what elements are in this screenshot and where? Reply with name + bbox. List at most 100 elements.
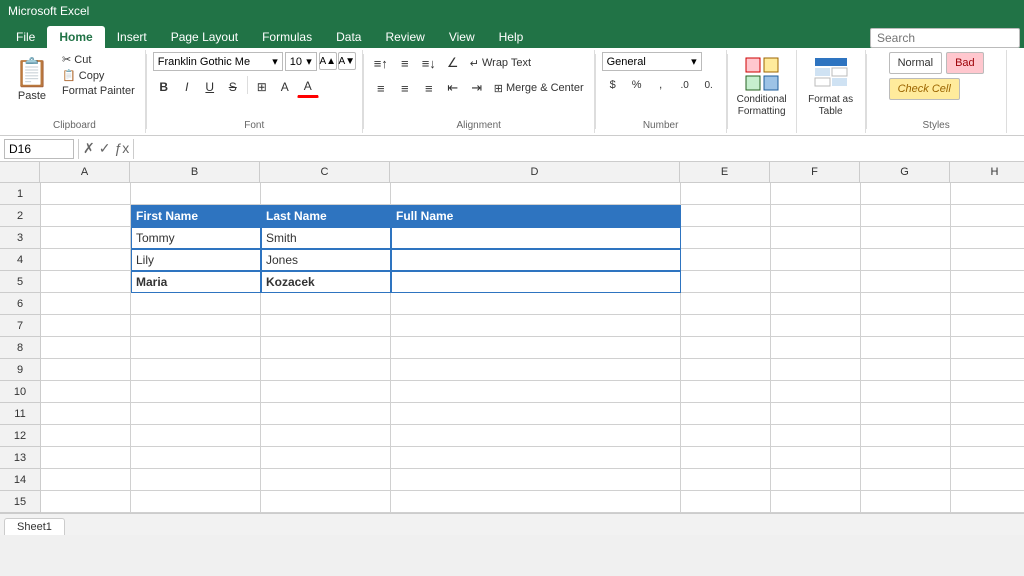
font-color-button[interactable]: A (297, 76, 319, 98)
cell-d13[interactable] (391, 447, 681, 469)
cell-g5[interactable] (861, 271, 951, 293)
style-normal-button[interactable]: Normal (889, 52, 942, 74)
cell-h12[interactable] (951, 425, 1024, 447)
tab-pagelayout[interactable]: Page Layout (159, 26, 250, 48)
cell-d8[interactable] (391, 337, 681, 359)
cell-c2[interactable]: Last Name (261, 205, 391, 227)
cut-button[interactable]: ✂ Cut (58, 52, 139, 67)
cell-e1[interactable] (681, 183, 771, 205)
cell-f15[interactable] (771, 491, 861, 513)
cell-d4[interactable] (391, 249, 681, 271)
cell-h6[interactable] (951, 293, 1024, 315)
underline-button[interactable]: U (199, 76, 221, 98)
cell-a11[interactable] (41, 403, 131, 425)
cell-c5[interactable]: Kozacek (261, 271, 391, 293)
cell-g2[interactable] (861, 205, 951, 227)
italic-button[interactable]: I (176, 76, 198, 98)
cell-f5[interactable] (771, 271, 861, 293)
cell-b5[interactable]: Maria (131, 271, 261, 293)
merge-center-button[interactable]: ⊞ Merge & Center (490, 77, 588, 99)
cell-a1[interactable] (41, 183, 131, 205)
cell-g1[interactable] (861, 183, 951, 205)
cell-c13[interactable] (261, 447, 391, 469)
cell-h11[interactable] (951, 403, 1024, 425)
cell-d15[interactable] (391, 491, 681, 513)
cell-g14[interactable] (861, 469, 951, 491)
cell-b3[interactable]: Tommy (131, 227, 261, 249)
cell-e10[interactable] (681, 381, 771, 403)
cell-f6[interactable] (771, 293, 861, 315)
cell-g15[interactable] (861, 491, 951, 513)
strikethrough-button[interactable]: S (222, 76, 244, 98)
cell-a7[interactable] (41, 315, 131, 337)
cell-a15[interactable] (41, 491, 131, 513)
decrease-decimal-button[interactable]: .0 (674, 74, 696, 96)
cell-e6[interactable] (681, 293, 771, 315)
cell-b12[interactable] (131, 425, 261, 447)
cell-e15[interactable] (681, 491, 771, 513)
bold-button[interactable]: B (153, 76, 175, 98)
copy-button[interactable]: 📋 Copy (58, 68, 139, 83)
paste-button[interactable]: 📋 Paste (10, 52, 54, 104)
cell-g8[interactable] (861, 337, 951, 359)
number-format-dropdown[interactable]: General ▾ (602, 52, 702, 71)
cell-f1[interactable] (771, 183, 861, 205)
cell-h3[interactable] (951, 227, 1024, 249)
cell-c6[interactable] (261, 293, 391, 315)
cell-h2[interactable] (951, 205, 1024, 227)
dollar-button[interactable]: $ (602, 74, 624, 96)
tab-insert[interactable]: Insert (105, 26, 159, 48)
style-bad-button[interactable]: Bad (946, 52, 984, 74)
cell-f10[interactable] (771, 381, 861, 403)
cell-d9[interactable] (391, 359, 681, 381)
cell-b2[interactable]: First Name (131, 205, 261, 227)
cell-c1[interactable] (261, 183, 391, 205)
cell-a2[interactable] (41, 205, 131, 227)
cell-h8[interactable] (951, 337, 1024, 359)
cell-b9[interactable] (131, 359, 261, 381)
tab-formulas[interactable]: Formulas (250, 26, 324, 48)
cell-a3[interactable] (41, 227, 131, 249)
cell-f12[interactable] (771, 425, 861, 447)
align-left-button[interactable]: ≡ (370, 77, 392, 99)
cell-f13[interactable] (771, 447, 861, 469)
cell-a10[interactable] (41, 381, 131, 403)
cell-d14[interactable] (391, 469, 681, 491)
cell-h1[interactable] (951, 183, 1024, 205)
cell-d11[interactable] (391, 403, 681, 425)
cell-b14[interactable] (131, 469, 261, 491)
cell-a5[interactable] (41, 271, 131, 293)
decrease-font-button[interactable]: A▼ (338, 52, 356, 70)
cell-a6[interactable] (41, 293, 131, 315)
cell-g3[interactable] (861, 227, 951, 249)
align-right-button[interactable]: ≡ (418, 77, 440, 99)
cell-d5[interactable] (391, 271, 681, 293)
cell-f2[interactable] (771, 205, 861, 227)
border-button[interactable]: ⊞ (251, 76, 273, 98)
cell-g7[interactable] (861, 315, 951, 337)
cell-h9[interactable] (951, 359, 1024, 381)
cell-b8[interactable] (131, 337, 261, 359)
cell-c8[interactable] (261, 337, 391, 359)
cell-b4[interactable]: Lily (131, 249, 261, 271)
cell-b13[interactable] (131, 447, 261, 469)
cell-b6[interactable] (131, 293, 261, 315)
cell-c15[interactable] (261, 491, 391, 513)
font-size-dropdown[interactable]: 10 ▾ (285, 52, 317, 71)
align-bottom-button[interactable]: ≡↓ (418, 52, 440, 74)
cell-b1[interactable] (131, 183, 261, 205)
cell-g4[interactable] (861, 249, 951, 271)
cell-c7[interactable] (261, 315, 391, 337)
cell-g10[interactable] (861, 381, 951, 403)
cell-reference-box[interactable]: D16 (4, 139, 74, 159)
cell-a14[interactable] (41, 469, 131, 491)
cell-b7[interactable] (131, 315, 261, 337)
cell-e12[interactable] (681, 425, 771, 447)
cell-f7[interactable] (771, 315, 861, 337)
percent-button[interactable]: % (626, 74, 648, 96)
cell-c14[interactable] (261, 469, 391, 491)
style-check-cell-button[interactable]: Check Cell (889, 78, 960, 100)
cell-a9[interactable] (41, 359, 131, 381)
font-name-dropdown[interactable]: Franklin Gothic Me ▾ (153, 52, 283, 71)
confirm-formula-icon[interactable]: ✓ (99, 140, 111, 157)
